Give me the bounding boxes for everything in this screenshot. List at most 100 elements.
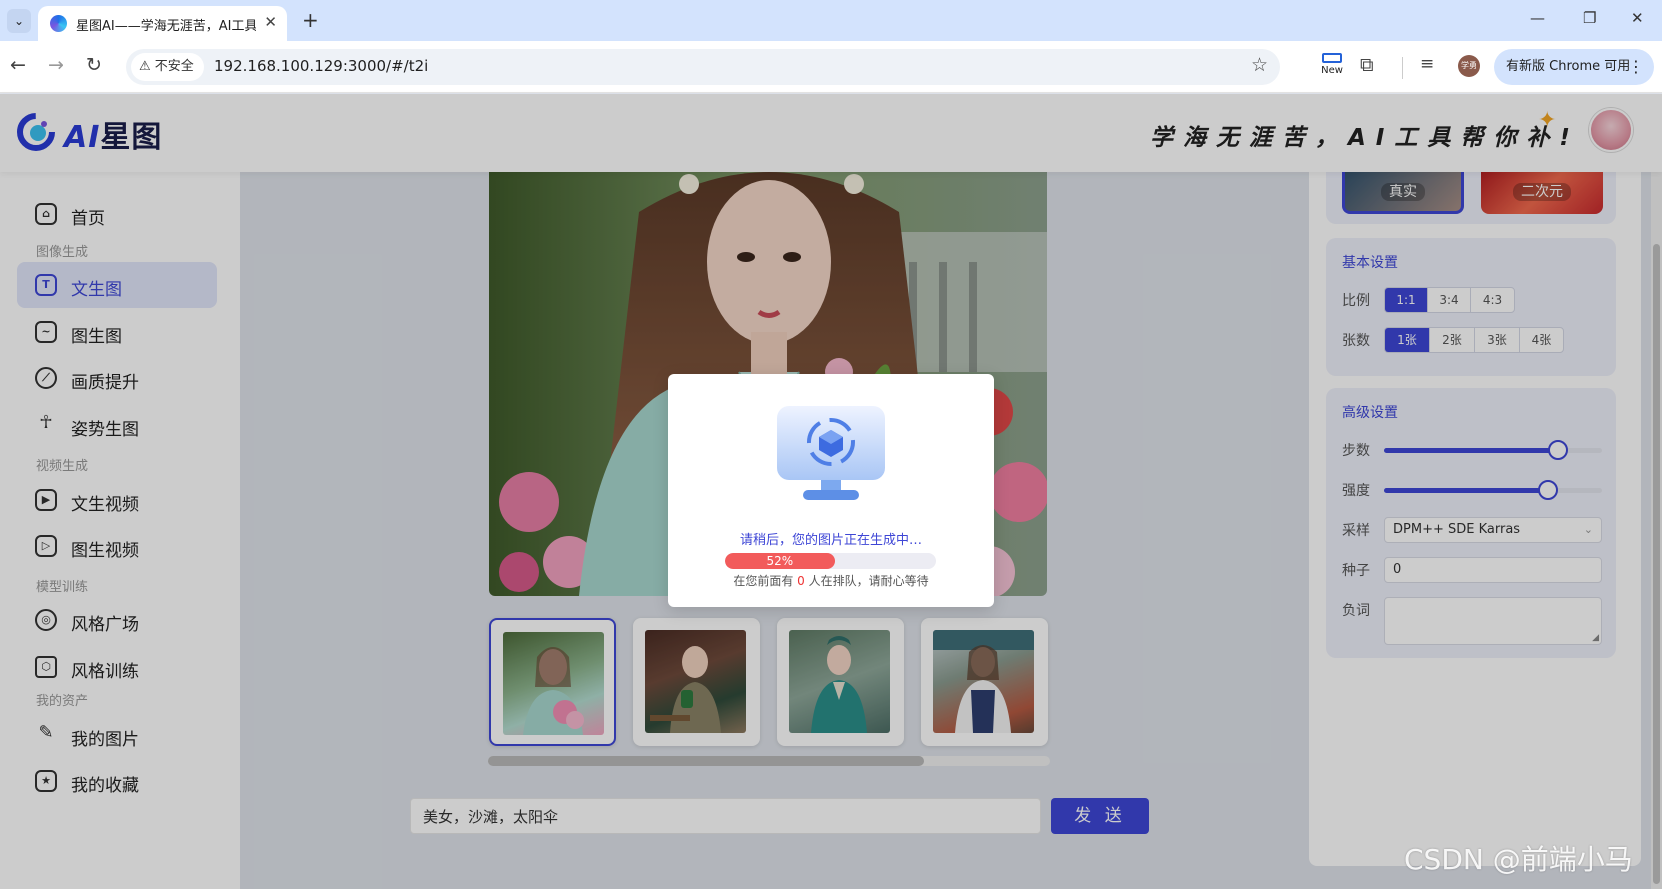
- logo-cn-text: 星图: [100, 120, 163, 155]
- seed-input[interactable]: 0: [1384, 557, 1602, 583]
- thumbnail-image: [503, 632, 604, 735]
- style-option-anime[interactable]: 二次元: [1481, 172, 1603, 214]
- count-label: 张数: [1342, 333, 1370, 349]
- slider-fill: [1384, 448, 1559, 453]
- sidebar-item-label: 文生视频: [71, 495, 139, 515]
- site-favicon-icon: [50, 15, 67, 32]
- advanced-settings-card: 高级设置 步数 强度 采样 DPM++ SDE Karras ⌄ 种子 0 负词…: [1326, 388, 1616, 658]
- restore-icon[interactable]: ❐: [1583, 9, 1596, 27]
- sidebar-item-style-square[interactable]: ◎ 风格广场: [17, 597, 217, 643]
- more-menu-icon[interactable]: ⋮: [1628, 49, 1644, 85]
- sidebar-item-label: 风格训练: [71, 662, 139, 682]
- tab-title: 星图AI——学海无涯苦，AI工具: [76, 19, 256, 34]
- negative-prompt-input[interactable]: ◢: [1384, 597, 1602, 645]
- address-bar[interactable]: ⚠ 不安全 192.168.100.129:3000/#/t2i ☆: [126, 49, 1280, 85]
- chevron-down-icon: ⌄: [1583, 523, 1593, 536]
- warning-icon: ⚠: [139, 59, 151, 74]
- minimize-icon[interactable]: —: [1530, 9, 1545, 27]
- ratio-option[interactable]: 3:4: [1428, 288, 1471, 312]
- user-avatar[interactable]: [1589, 108, 1633, 152]
- security-chip[interactable]: ⚠ 不安全: [131, 53, 204, 81]
- count-selector: 1张 2张 3张 4张: [1384, 327, 1564, 353]
- style-option-real[interactable]: 真实: [1342, 172, 1464, 214]
- sidebar-item-home[interactable]: ⌂ 首页: [17, 191, 217, 237]
- sampler-label: 采样: [1342, 523, 1370, 539]
- extension-new-icon: [1322, 53, 1342, 63]
- chrome-update-label: 有新版 Chrome 可用: [1506, 59, 1631, 74]
- count-option[interactable]: 4张: [1520, 328, 1563, 352]
- thumbnail-3[interactable]: [777, 618, 904, 746]
- sidebar-item-upscale[interactable]: ⟋ 画质提升: [17, 355, 217, 401]
- sampler-value: DPM++ SDE Karras: [1393, 522, 1521, 537]
- sidebar-item-my-images[interactable]: ✎ 我的图片: [17, 712, 217, 758]
- header-slogan: 学海无涯苦，AI工具帮你补!: [1150, 125, 1580, 151]
- logo-icon[interactable]: [16, 112, 56, 152]
- ratio-selector: 1:1 3:4 4:3: [1384, 287, 1515, 313]
- sidebar-item-text2img[interactable]: T 文生图: [17, 262, 217, 308]
- planet-icon: ◎: [35, 609, 57, 631]
- count-option[interactable]: 1张: [1385, 328, 1430, 352]
- slider-handle[interactable]: [1537, 480, 1558, 500]
- generation-progress-bar: 52%: [725, 553, 936, 569]
- close-tab-icon[interactable]: ✕: [264, 13, 277, 31]
- reload-icon[interactable]: ↻: [86, 54, 102, 76]
- page-scrollbar-thumb[interactable]: [1653, 244, 1660, 884]
- person-pose-icon: ☥: [39, 412, 53, 433]
- app-header: AI星图 学海无涯苦，AI工具帮你补! ✦: [0, 94, 1662, 172]
- ratio-option[interactable]: 4:3: [1471, 288, 1514, 312]
- gauge-icon: ⟋: [35, 367, 57, 389]
- progress-fill: 52%: [725, 553, 835, 569]
- sidebar-item-style-train[interactable]: ⬡ 风格训练: [17, 644, 217, 690]
- back-icon[interactable]: ←: [10, 54, 26, 76]
- logo-text[interactable]: AI星图: [64, 112, 162, 156]
- sidebar-item-label: 图生视频: [71, 541, 139, 561]
- profile-avatar[interactable]: 学勇: [1458, 55, 1480, 77]
- count-option[interactable]: 2张: [1430, 328, 1475, 352]
- queue-prefix: 在您前面有: [733, 574, 798, 588]
- thumbnail-image: [645, 630, 746, 733]
- sidebar-item-img2video[interactable]: ▷ 图生视频: [17, 523, 217, 569]
- page-scrollbar[interactable]: [1651, 94, 1662, 889]
- thumbnail-image: [933, 630, 1034, 733]
- bookmark-star-icon[interactable]: ☆: [1251, 54, 1268, 76]
- scrollbar-thumb[interactable]: [488, 756, 924, 766]
- media-control-icon[interactable]: ≡: [1420, 54, 1434, 74]
- sidebar-item-pose[interactable]: ☥ 姿势生图: [17, 402, 217, 448]
- forward-icon[interactable]: →: [48, 54, 64, 76]
- steps-label: 步数: [1342, 443, 1370, 459]
- browser-tab[interactable]: 星图AI——学海无涯苦，AI工具 ✕: [38, 6, 287, 41]
- extensions-puzzle-icon[interactable]: ⧉: [1360, 54, 1374, 76]
- sampler-select[interactable]: DPM++ SDE Karras ⌄: [1384, 517, 1602, 543]
- queue-status: 在您前面有 0 人在排队，请耐心等待: [668, 572, 994, 589]
- thumbnail-2[interactable]: [633, 618, 760, 746]
- sidebar-item-label: 文生图: [71, 280, 122, 300]
- sidebar-group-video: 视频生成: [36, 459, 89, 474]
- steps-slider[interactable]: [1384, 440, 1602, 460]
- queue-count: 0: [797, 574, 805, 588]
- prompt-input[interactable]: [410, 798, 1041, 834]
- sidebar-item-text2video[interactable]: ▶ 文生视频: [17, 477, 217, 523]
- close-window-icon[interactable]: ✕: [1631, 9, 1644, 27]
- text-image-icon: T: [35, 274, 57, 296]
- thumbnail-scrollbar[interactable]: [488, 756, 1050, 766]
- sidebar-item-img2img[interactable]: ~ 图生图: [17, 309, 217, 355]
- sidebar-item-my-favs[interactable]: ★ 我的收藏: [17, 758, 217, 804]
- settings-panel: 真实 二次元 基本设置 比例 1:1 3:4 4:3 张数 1张 2张 3张 4…: [1309, 172, 1641, 866]
- thumbnail-1[interactable]: [489, 618, 616, 746]
- url-text[interactable]: 192.168.100.129:3000/#/t2i: [214, 57, 428, 75]
- chrome-update-button[interactable]: 有新版 Chrome 可用 ⋮: [1494, 49, 1654, 85]
- tab-search-icon[interactable]: ⌄: [7, 9, 31, 33]
- count-option[interactable]: 3张: [1475, 328, 1520, 352]
- resize-grip-icon[interactable]: ◢: [1592, 633, 1599, 643]
- ratio-option[interactable]: 1:1: [1385, 288, 1428, 312]
- security-label: 不安全: [154, 59, 194, 74]
- thumbnail-4[interactable]: [921, 618, 1048, 746]
- extension-new-button[interactable]: New: [1317, 53, 1347, 81]
- extension-new-label: New: [1321, 65, 1343, 76]
- new-tab-icon[interactable]: +: [302, 8, 319, 32]
- sidebar-item-label: 图生图: [71, 327, 122, 347]
- sidebar-item-label: 姿势生图: [71, 420, 139, 440]
- strength-slider[interactable]: [1384, 480, 1602, 500]
- send-button[interactable]: 发 送: [1051, 798, 1149, 834]
- slider-handle[interactable]: [1548, 440, 1569, 460]
